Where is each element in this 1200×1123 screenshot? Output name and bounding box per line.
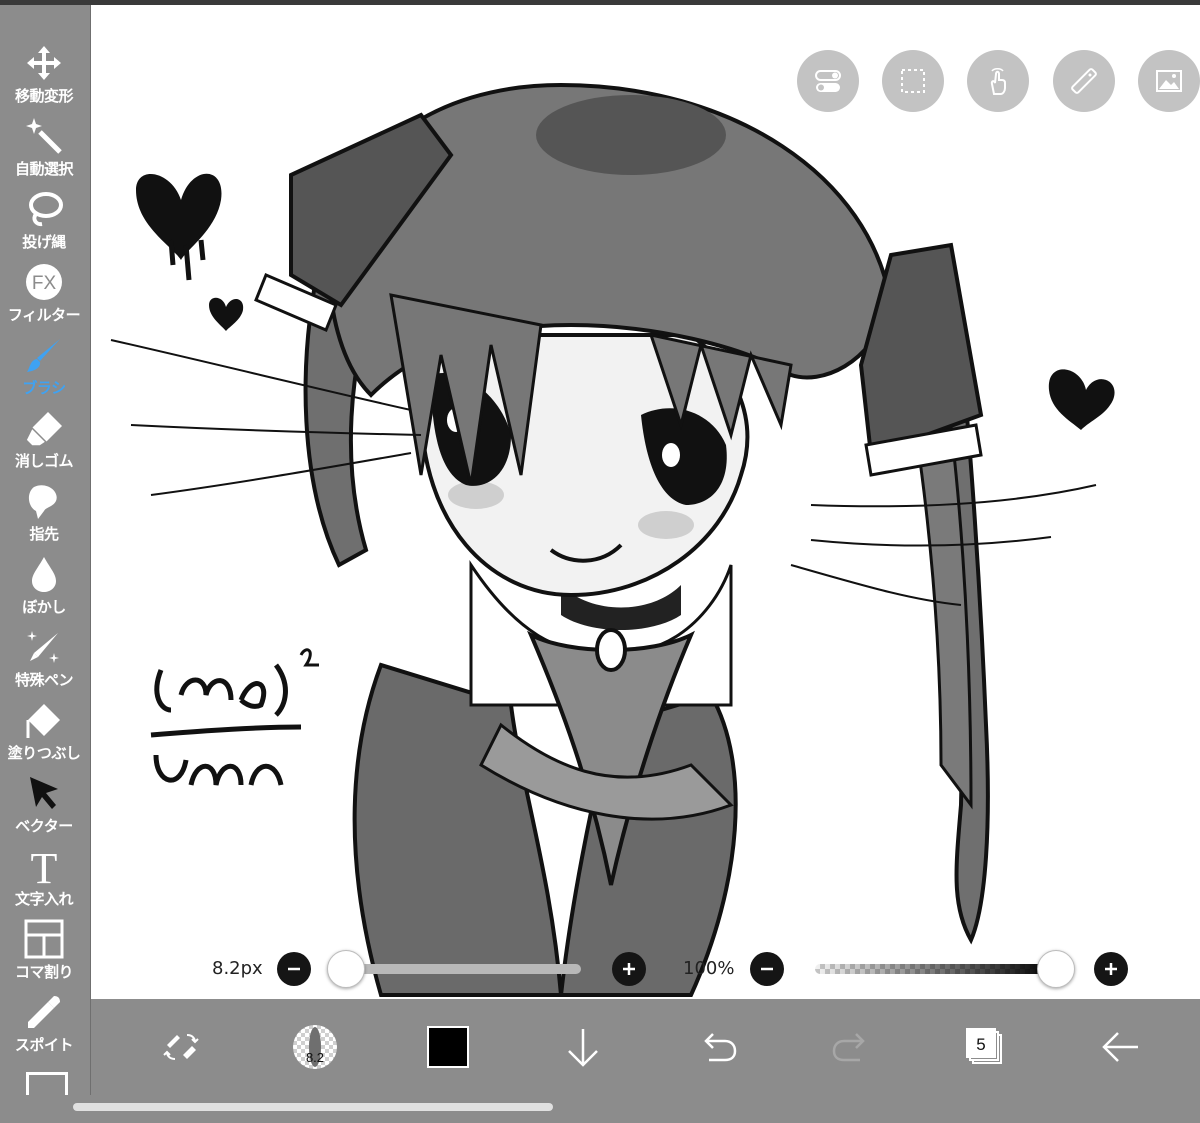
tool-label: 自動選択 xyxy=(14,160,74,178)
download-button[interactable] xyxy=(553,1017,613,1077)
brush-preview-icon: 8.2 xyxy=(293,1025,337,1069)
tool-label: 移動変形 xyxy=(14,87,74,105)
redo-button[interactable] xyxy=(822,1017,882,1077)
tool-label: スポイト xyxy=(14,1036,74,1054)
svg-text:FX: FX xyxy=(32,273,57,294)
lasso-icon xyxy=(29,192,63,227)
opacity-handle[interactable] xyxy=(1037,950,1075,988)
tool-label: 投げ縄 xyxy=(22,233,66,251)
tool-label: 消しゴム xyxy=(14,452,74,470)
minus-icon xyxy=(288,967,300,971)
droplet-icon xyxy=(32,557,56,592)
tool-filter[interactable]: FX フィルター xyxy=(0,260,88,332)
brush-size-label: 8.2px xyxy=(212,958,263,979)
tool-specialpen[interactable]: 特殊ペン xyxy=(0,625,88,697)
tool-brush[interactable]: ブラシ xyxy=(0,333,88,405)
hand-touch-icon xyxy=(990,68,1006,95)
toggle-switch-icon xyxy=(815,70,841,92)
gesture-button[interactable] xyxy=(967,50,1029,112)
opacity-slider[interactable] xyxy=(815,964,1055,974)
tool-label: フィルター xyxy=(7,306,81,324)
swap-tools-icon xyxy=(163,1034,199,1060)
drawing-canvas[interactable] xyxy=(91,5,1200,999)
next-tool-partial-icon xyxy=(26,1072,68,1095)
dashed-selection-icon xyxy=(901,69,925,93)
tool-label: 指先 xyxy=(29,525,59,543)
minus-icon xyxy=(761,967,773,971)
bottom-toolbar: 8.2 5 xyxy=(91,999,1200,1095)
home-indicator[interactable] xyxy=(73,1103,553,1111)
move-arrows-icon xyxy=(27,46,61,80)
tool-autoselect[interactable]: 自動選択 xyxy=(0,114,88,186)
layers-icon: 5 xyxy=(966,1028,1002,1064)
home-bar-area xyxy=(0,1095,1200,1123)
fx-icon: FX xyxy=(26,264,62,300)
brush-preview-button[interactable]: 8.2 xyxy=(285,1017,345,1077)
tool-eyedropper[interactable]: スポイト xyxy=(0,990,88,1062)
svg-text:5: 5 xyxy=(976,1035,985,1054)
tool-fill[interactable]: 塗りつぶし xyxy=(0,698,88,770)
app-window: 8.2px 100% 移動変形 自動選択 投げ縄 FX フィルター ブラシ 消し… xyxy=(0,0,1200,1123)
brush-sliders: 8.2px 100% xyxy=(0,946,1200,991)
panel-frame-icon xyxy=(24,919,64,959)
eraser-icon xyxy=(25,412,62,447)
color-swatch xyxy=(427,1026,469,1068)
back-button[interactable] xyxy=(1090,1017,1150,1077)
undo-icon xyxy=(704,1033,737,1062)
sparkle-pen-icon xyxy=(27,631,59,663)
image-material-icon xyxy=(1156,70,1182,92)
eyedropper-icon xyxy=(28,996,60,1028)
svg-text:8.2: 8.2 xyxy=(306,1050,324,1065)
ruler-icon xyxy=(1071,68,1097,94)
undo-button[interactable] xyxy=(687,1017,747,1077)
material-button[interactable] xyxy=(1138,50,1200,112)
opacity-label: 100% xyxy=(683,958,735,979)
tool-label: コマ割り xyxy=(14,963,74,981)
magic-wand-icon xyxy=(26,118,62,154)
opacity-minus-button[interactable] xyxy=(750,952,784,986)
bucket-fill-icon xyxy=(26,704,60,738)
tool-label: 特殊ペン xyxy=(14,671,74,689)
tool-label: ベクター xyxy=(15,817,73,835)
swap-tools-button[interactable] xyxy=(151,1017,211,1077)
down-arrow-icon xyxy=(568,1029,598,1067)
tool-label: 文字入れ xyxy=(14,890,74,908)
ruler-button[interactable] xyxy=(1053,50,1115,112)
tool-sidebar: 移動変形 自動選択 投げ縄 FX フィルター ブラシ 消しゴム 指先 ぼかし 特… xyxy=(0,5,91,1095)
plus-icon xyxy=(623,963,635,975)
cursor-arrow-icon xyxy=(30,777,58,809)
tool-lasso[interactable]: 投げ縄 xyxy=(0,187,88,259)
size-minus-button[interactable] xyxy=(277,952,311,986)
brush-size-handle[interactable] xyxy=(327,950,366,988)
plus-icon xyxy=(1105,963,1117,975)
smudge-finger-icon xyxy=(28,485,57,519)
tool-label: ブラシ xyxy=(22,379,66,397)
tool-label: ぼかし xyxy=(22,598,66,616)
selection-button[interactable] xyxy=(882,50,944,112)
layers-button[interactable]: 5 xyxy=(953,1017,1013,1077)
size-plus-button[interactable] xyxy=(612,952,646,986)
brush-icon xyxy=(27,339,60,372)
opacity-plus-button[interactable] xyxy=(1094,952,1128,986)
tool-eraser[interactable]: 消しゴム xyxy=(0,406,88,478)
text-t-icon: T xyxy=(31,846,58,886)
tool-text[interactable]: T 文字入れ xyxy=(0,844,88,916)
redo-icon xyxy=(832,1033,865,1062)
tool-smudge[interactable]: 指先 xyxy=(0,479,88,551)
toggle-button[interactable] xyxy=(797,50,859,112)
tool-move[interactable]: 移動変形 xyxy=(0,41,88,113)
color-swatch-button[interactable] xyxy=(418,1017,478,1077)
tool-label: 塗りつぶし xyxy=(7,744,81,762)
tool-blur[interactable]: ぼかし xyxy=(0,552,88,624)
brush-size-slider[interactable] xyxy=(343,964,581,974)
tool-vector[interactable]: ベクター xyxy=(0,771,88,843)
back-arrow-icon xyxy=(1102,1032,1138,1062)
svg-text:T: T xyxy=(31,846,58,886)
artwork-drawing xyxy=(110,82,1115,997)
tool-frame[interactable]: コマ割り xyxy=(0,917,88,989)
